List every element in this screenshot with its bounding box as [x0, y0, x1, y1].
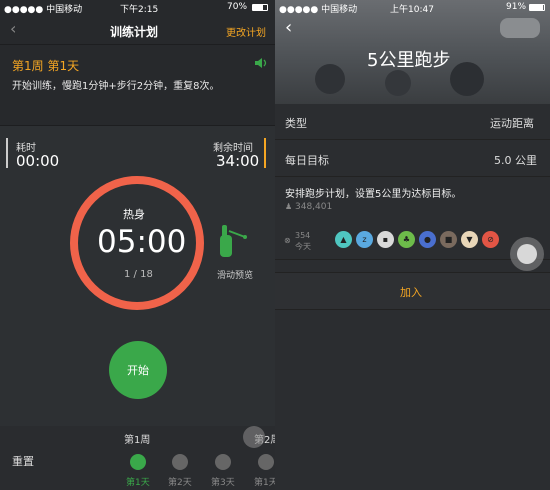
assistive-touch-button[interactable]: [510, 237, 544, 271]
link-icon: ⊗: [284, 236, 291, 245]
page-title: 训练计划: [110, 25, 159, 39]
type-value: 运动距离: [490, 117, 534, 130]
change-plan-button[interactable]: 更改计划: [226, 24, 266, 39]
day-item[interactable]: 第1天: [248, 446, 275, 490]
daily-goal-label: 每日目标: [285, 154, 329, 167]
reset-button[interactable]: 重置: [12, 453, 34, 469]
type-row: 类型 运动距离: [275, 104, 550, 140]
running-icon[interactable]: ▲: [335, 231, 352, 248]
carrier-label: ●●●●● 中国移动: [279, 5, 358, 15]
countdown-time: 05:00: [97, 224, 187, 260]
day-label: 第2天: [168, 478, 192, 488]
hero-title: 5公里跑步: [367, 50, 451, 71]
scroll-handle[interactable]: [243, 426, 265, 448]
participant-count: 348,401: [295, 202, 333, 212]
join-button[interactable]: 加入: [275, 272, 550, 310]
speaker-icon[interactable]: [254, 57, 268, 69]
activity-icons: ▲ z ▪ ♣ ● ■ ▼ ⊘: [335, 231, 499, 251]
sleep-icon[interactable]: z: [356, 231, 373, 248]
plan-week-day: 第1周 第1天: [12, 59, 80, 73]
today-count: 354: [295, 231, 311, 240]
type-label: 类型: [285, 117, 307, 130]
remaining-value: 34:00: [216, 152, 260, 170]
day-item[interactable]: 第3天: [205, 446, 245, 490]
back-icon[interactable]: ‹: [285, 17, 292, 38]
game-icon[interactable]: ■: [440, 231, 457, 248]
plant-icon[interactable]: ♣: [398, 231, 415, 248]
plan-description: 开始训练，慢跑1分钟+步行2分钟，重复8次。: [12, 81, 220, 92]
clock-label: 上午10:47: [390, 5, 434, 15]
swipe-preview-label: 滑动预览: [217, 271, 254, 281]
elapsed-value: 00:00: [16, 152, 60, 170]
start-label: 开始: [127, 364, 149, 377]
battery-label: 70%: [227, 2, 248, 12]
day-list: 第1天 第2天 第3天 第1天: [118, 446, 275, 490]
week-selector: 重置 第1周 第2周 第1天 第2天 第3天 第1天: [0, 426, 275, 490]
join-label: 加入: [400, 286, 422, 299]
challenge-description: 安排跑步计划，设置5公里为达标目标。: [285, 189, 462, 200]
activity-row: ⊗ 354 今天 ▲ z ▪ ♣ ● ■ ▼ ⊘: [275, 224, 550, 260]
day-label: 第3天: [211, 478, 235, 488]
back-icon[interactable]: ‹: [10, 19, 16, 38]
bottle-icon[interactable]: ●: [419, 231, 436, 248]
swipe-hand-icon[interactable]: [215, 221, 249, 261]
daily-goal-row: 每日目标 5.0 公里: [275, 141, 550, 177]
day-item[interactable]: 第1天: [118, 446, 158, 490]
day-item[interactable]: 第2天: [162, 446, 202, 490]
battery-icon: [252, 4, 268, 11]
day-label: 第1天: [254, 478, 275, 488]
scale-icon[interactable]: ▪: [377, 231, 394, 248]
phase-label: 热身: [123, 208, 145, 221]
today-label: 今天: [295, 242, 311, 251]
training-plan-screen: ●●●●● 中国移动 下午2:15 70% ‹ 训练计划 更改计划 第1周 第1…: [0, 0, 275, 490]
no-smoking-icon[interactable]: ⊘: [482, 231, 499, 248]
status-bar: ●●●●● 中国移动 下午2:15 70%: [0, 0, 275, 15]
person-icon: ♟: [285, 202, 293, 211]
status-bar: ●●●●● 中国移动 上午10:47 91%: [275, 0, 550, 15]
daily-goal-value: 5.0 公里: [494, 154, 537, 167]
interval-counter: 1 / 18: [124, 269, 153, 280]
plan-info: 第1周 第1天 开始训练，慢跑1分钟+步行2分钟，重复8次。: [0, 45, 275, 112]
battery-icon: [529, 4, 545, 11]
challenge-detail-screen: ●●●●● 中国移动 上午10:47 91% ‹ 5公里跑步 类型 运动距离 每…: [275, 0, 550, 490]
nav-bar: ‹ 训练计划 更改计划: [0, 14, 275, 44]
battery-label: 91%: [506, 2, 527, 12]
day-label: 第1天: [126, 478, 150, 488]
icecream-icon[interactable]: ▼: [461, 231, 478, 248]
start-button[interactable]: 开始: [109, 341, 167, 399]
timer-panel: 耗时 00:00 剩余时间 34:00 热身 05:00 1 / 18 滑动预览…: [0, 126, 275, 426]
week-1-label: 第1周: [124, 435, 151, 446]
